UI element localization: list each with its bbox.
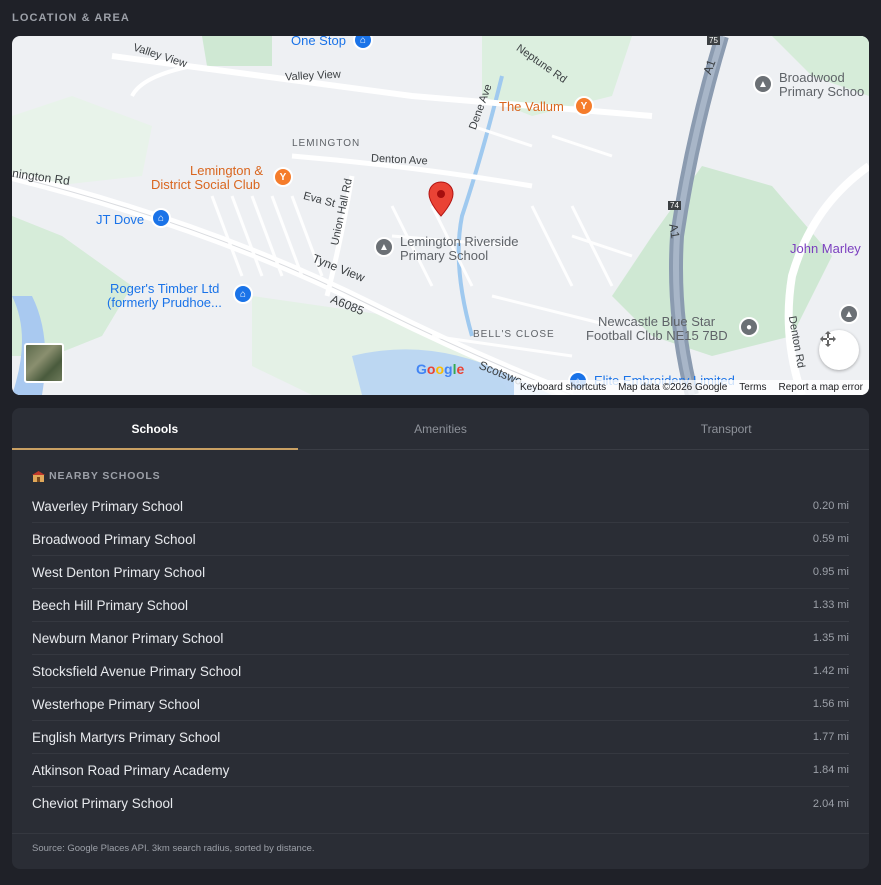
poi-label-social-club-2[interactable]: District Social Club <box>151 177 260 192</box>
poi-label-broadwood-1[interactable]: Broadwood <box>779 70 845 85</box>
map-data-attribution: Map data ©2026 Google <box>618 382 728 393</box>
nearby-schools-label: NEARBY SCHOOLS <box>49 470 161 482</box>
school-icon <box>32 470 45 482</box>
school-row[interactable]: Beech Hill Primary School 1.33 mi <box>32 589 849 622</box>
tab-schools[interactable]: Schools <box>12 408 298 450</box>
map-footer: Keyboard shortcuts Map data ©2026 Google… <box>513 380 869 395</box>
tab-bar: Schools Amenities Transport <box>12 408 869 450</box>
school-row[interactable]: Stocksfield Avenue Primary School 1.42 mi <box>32 655 849 688</box>
poi-label-one-stop[interactable]: One Stop <box>291 36 346 48</box>
poi-label-rogers-2[interactable]: (formerly Prudhoe... <box>107 295 222 310</box>
terms-link[interactable]: Terms <box>739 382 766 393</box>
school-name: Broadwood Primary School <box>32 531 196 547</box>
area-info-panel: Schools Amenities Transport NEARBY SCHOO… <box>12 408 869 869</box>
poi-label-the-vallum[interactable]: The Vallum <box>499 99 564 114</box>
school-name: Atkinson Road Primary Academy <box>32 762 230 778</box>
poi-label-broadwood-2[interactable]: Primary Schoo <box>779 84 864 99</box>
poi-label-blue-star-2[interactable]: Football Club NE15 7BD <box>586 328 728 343</box>
school-pin-icon[interactable]: ▲ <box>374 237 394 257</box>
school-distance: 0.95 mi <box>812 566 849 578</box>
school-name: Waverley Primary School <box>32 498 184 514</box>
school-row[interactable]: Newburn Manor Primary School 1.35 mi <box>32 622 849 655</box>
bar-icon[interactable]: Y <box>574 96 594 116</box>
school-pin-icon[interactable]: ▲ <box>753 74 773 94</box>
satellite-toggle[interactable] <box>24 343 64 383</box>
school-list: Waverley Primary School 0.20 mi Broadwood… <box>32 490 849 820</box>
poi-label-rogers-1[interactable]: Roger's Timber Ltd <box>110 281 219 296</box>
map-label-lemington: LEMINGTON <box>292 138 361 149</box>
school-row[interactable]: Waverley Primary School 0.20 mi <box>32 490 849 523</box>
shopping-bag-icon[interactable]: ⌂ <box>151 208 171 228</box>
school-name: West Denton Primary School <box>32 564 206 580</box>
tab-amenities[interactable]: Amenities <box>298 408 584 449</box>
school-distance: 1.33 mi <box>812 599 849 611</box>
school-name: Westerhope Primary School <box>32 696 200 712</box>
property-marker-icon[interactable] <box>428 181 454 217</box>
school-name: Cheviot Primary School <box>32 796 174 811</box>
school-name: English Martyrs Primary School <box>32 729 221 745</box>
shopping-bag-icon[interactable]: ⌂ <box>233 284 253 304</box>
school-distance: 0.59 mi <box>812 533 849 545</box>
school-row[interactable]: Atkinson Road Primary Academy 1.84 mi <box>32 754 849 787</box>
google-logo: Google <box>416 361 465 377</box>
report-error-link[interactable]: Report a map error <box>779 382 863 393</box>
poi-label-blue-star-1[interactable]: Newcastle Blue Star <box>598 314 715 329</box>
section-title: LOCATION & AREA <box>12 12 130 24</box>
poi-label-riverside-2[interactable]: Primary School <box>400 248 488 263</box>
road-shield-75: 75 <box>707 36 720 45</box>
map[interactable]: 75 74 Valley View Valley View Neptune Rd… <box>12 36 869 395</box>
school-row[interactable]: English Martyrs Primary School 1.77 mi <box>32 721 849 754</box>
school-distance: 1.42 mi <box>812 665 849 677</box>
school-distance: 2.04 mi <box>812 797 849 810</box>
map-label-a1-south: A1 <box>666 222 683 240</box>
school-name: Stocksfield Avenue Primary School <box>32 663 242 679</box>
school-row[interactable]: Westerhope Primary School 1.56 mi <box>32 688 849 721</box>
school-pin-icon[interactable]: ▲ <box>839 304 859 324</box>
school-distance: 1.56 mi <box>812 698 849 710</box>
keyboard-shortcuts-link[interactable]: Keyboard shortcuts <box>520 382 606 393</box>
road-shield-74: 74 <box>668 201 681 210</box>
school-name: Beech Hill Primary School <box>32 597 189 613</box>
poi-label-john-marley[interactable]: John Marley <box>790 241 861 256</box>
source-note: Source: Google Places API. 3km search ra… <box>32 843 315 854</box>
poi-label-riverside-1[interactable]: Lemington Riverside <box>400 234 519 249</box>
tab-transport[interactable]: Transport <box>583 408 869 449</box>
nearby-schools-heading: NEARBY SCHOOLS <box>32 470 161 482</box>
school-row[interactable]: Broadwood Primary School 0.59 mi <box>32 523 849 556</box>
school-distance: 1.84 mi <box>812 764 849 776</box>
divider <box>12 833 869 834</box>
school-distance: 0.20 mi <box>812 500 849 512</box>
poi-label-social-club-1[interactable]: Lemington & <box>190 163 263 178</box>
school-row[interactable]: West Denton Primary School 0.95 mi <box>32 556 849 589</box>
school-distance: 1.35 mi <box>812 632 849 644</box>
poi-label-jt-dove[interactable]: JT Dove <box>96 212 144 227</box>
fullscreen-icon <box>820 331 836 347</box>
school-distance: 1.77 mi <box>812 731 849 743</box>
location-pin-icon[interactable]: ● <box>739 317 759 337</box>
school-row[interactable]: Cheviot Primary School 2.04 mi <box>32 787 849 820</box>
map-label-bells-close: BELL'S CLOSE <box>473 329 555 340</box>
school-name: Newburn Manor Primary School <box>32 630 224 646</box>
fullscreen-button[interactable] <box>819 330 859 370</box>
bar-icon[interactable]: Y <box>273 167 293 187</box>
